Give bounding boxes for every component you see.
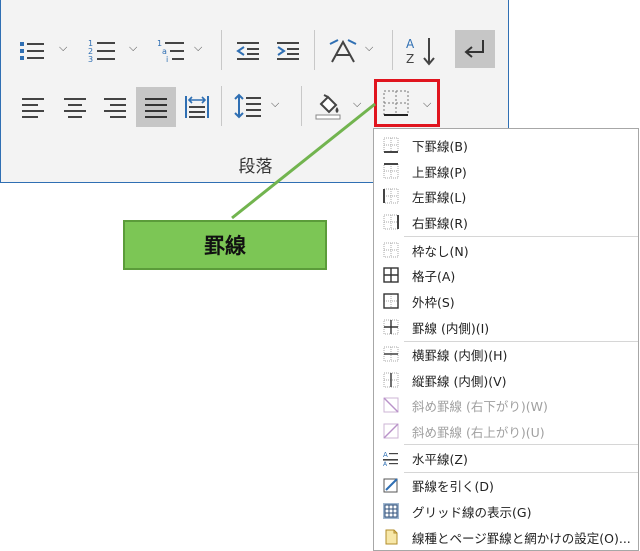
menu-separator — [404, 444, 638, 445]
diagonal-down-border-icon — [383, 397, 399, 413]
menu-item-border-bottom[interactable]: 下罫線(B) — [374, 133, 638, 157]
border-right-icon — [383, 214, 399, 230]
menu-item-label: 罫線 (内側)(I) — [412, 320, 490, 336]
all-borders-icon — [383, 267, 399, 283]
menu-item-label: 水平線(Z) — [412, 451, 468, 467]
callout-label: 罫線 — [123, 220, 327, 270]
menu-item-view-gridlines[interactable]: グリッド線の表示(G) — [374, 499, 638, 523]
menu-item-diagonal-up[interactable]: 斜め罫線 (右上がり)(U) — [374, 419, 638, 443]
menu-item-label: 右罫線(R) — [412, 215, 468, 231]
menu-item-no-border[interactable]: 枠なし(N) — [374, 238, 638, 262]
menu-item-diagonal-down[interactable]: 斜め罫線 (右下がり)(W) — [374, 393, 638, 417]
menu-item-label: グリッド線の表示(G) — [412, 504, 532, 520]
menu-item-borders-shading[interactable]: 線種とページ罫線と網かけの設定(O)... — [374, 525, 638, 549]
draw-table-icon — [383, 478, 398, 493]
svg-text:A: A — [383, 451, 388, 459]
border-left-icon — [383, 188, 399, 204]
menu-item-label: 横罫線 (内側)(H) — [412, 347, 508, 363]
menu-item-inside-horizontal[interactable]: 横罫線 (内側)(H) — [374, 342, 638, 366]
menu-item-inside-vertical[interactable]: 縦罫線 (内側)(V) — [374, 368, 638, 392]
view-gridlines-icon — [383, 503, 399, 519]
horizontal-line-icon: A A — [383, 451, 398, 466]
outside-borders-icon — [383, 293, 399, 309]
inside-borders-icon — [383, 319, 399, 335]
border-top-icon — [383, 163, 399, 179]
menu-item-label: 上罫線(P) — [412, 164, 467, 180]
svg-text:A: A — [383, 461, 388, 466]
menu-item-label: 罫線を引く(D) — [412, 478, 494, 494]
borders-shading-icon — [385, 529, 398, 545]
menu-item-inside-borders[interactable]: 罫線 (内側)(I) — [374, 315, 638, 339]
menu-item-label: 斜め罫線 (右下がり)(W) — [412, 398, 548, 414]
menu-item-label: 左罫線(L) — [412, 189, 467, 205]
menu-item-border-right[interactable]: 右罫線(R) — [374, 210, 638, 234]
menu-item-outside-borders[interactable]: 外枠(S) — [374, 289, 638, 313]
border-bottom-icon — [383, 137, 399, 153]
menu-item-horizontal-line[interactable]: A A 水平線(Z) — [374, 446, 638, 470]
no-border-icon — [383, 242, 399, 258]
menu-item-border-top[interactable]: 上罫線(P) — [374, 159, 638, 183]
menu-item-label: 縦罫線 (内側)(V) — [412, 373, 507, 389]
inside-vertical-border-icon — [383, 372, 399, 388]
menu-separator — [404, 236, 638, 237]
diagonal-up-border-icon — [383, 423, 399, 439]
inside-horizontal-border-icon — [383, 346, 399, 362]
menu-item-label: 斜め罫線 (右上がり)(U) — [412, 424, 545, 440]
menu-item-border-left[interactable]: 左罫線(L) — [374, 184, 638, 208]
menu-item-label: 下罫線(B) — [412, 138, 468, 154]
borders-dropdown-menu: 下罫線(B) 上罫線(P) 左罫線(L) 右罫線(R) 枠なし(N) 格子(A)… — [373, 128, 639, 551]
menu-item-draw-table[interactable]: 罫線を引く(D) — [374, 473, 638, 497]
menu-item-label: 線種とページ罫線と網かけの設定(O)... — [412, 530, 631, 546]
menu-item-label: 格子(A) — [412, 268, 456, 284]
menu-item-label: 枠なし(N) — [412, 243, 469, 259]
menu-item-label: 外枠(S) — [412, 294, 455, 310]
menu-item-all-borders[interactable]: 格子(A) — [374, 263, 638, 287]
